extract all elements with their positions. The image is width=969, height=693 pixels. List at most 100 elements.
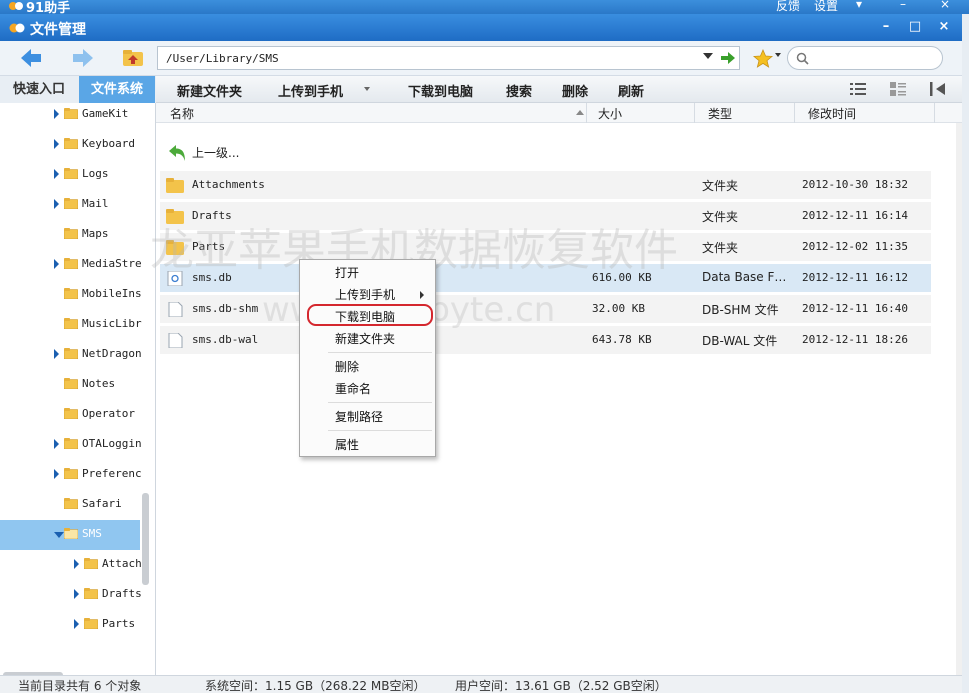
left-tab-bar: 快速入口 文件系统 [0, 76, 156, 103]
expand-arrow-icon[interactable] [54, 139, 59, 149]
file-size: 643.78 KB [592, 333, 652, 346]
background-window-edge [962, 14, 969, 693]
column-divider[interactable] [794, 103, 795, 123]
parent-close-button[interactable]: × [940, 0, 950, 11]
column-modified[interactable]: 修改时间 [808, 105, 856, 122]
path-input[interactable]: /User/Library/SMS [157, 46, 740, 70]
expand-arrow-icon[interactable] [54, 109, 59, 119]
expand-arrow-icon[interactable] [74, 619, 79, 629]
column-divider[interactable] [934, 103, 935, 123]
delete-button[interactable]: 删除 [562, 81, 588, 100]
parent-minimize-button[interactable]: – [900, 0, 906, 11]
file-row[interactable]: sms.db-wal 643.78 KB DB-WAL 文件 2012-12-11 1… [160, 326, 931, 354]
feedback-link[interactable]: 反馈 [776, 0, 800, 14]
tree-item[interactable]: Keyboard [0, 130, 140, 160]
up-level-label: 上一级... [192, 146, 240, 160]
expand-arrow-icon[interactable] [54, 199, 59, 209]
upload-to-phone-button[interactable]: 上传到手机 [278, 81, 343, 100]
expand-arrow-icon[interactable] [54, 349, 59, 359]
tree-item[interactable]: GameKit [0, 103, 140, 130]
tree-item-label: Notes [82, 377, 116, 390]
favorites-dropdown-icon[interactable] [775, 53, 781, 57]
detail-view-icon[interactable] [890, 82, 906, 96]
maximize-button[interactable]: □ [905, 18, 925, 36]
tree-item[interactable]: MusicLibr [0, 310, 142, 340]
menu-item-copy-path[interactable]: 复制路径 [335, 408, 383, 425]
file-row[interactable]: Attachments 文件夹 2012-10-30 18:32 [160, 171, 931, 199]
tree-item-label: NetDragon [82, 347, 142, 360]
tree-item[interactable]: Maps [0, 220, 140, 250]
tree-item[interactable]: SMS [0, 520, 140, 550]
expand-arrow-icon[interactable] [74, 589, 79, 599]
column-divider[interactable] [694, 103, 695, 123]
favorites-star-icon[interactable] [752, 49, 774, 69]
tree-item[interactable]: Attach [0, 550, 142, 580]
close-button[interactable]: × [934, 18, 954, 36]
menu-item-delete[interactable]: 删除 [335, 358, 359, 375]
expand-arrow-icon[interactable] [54, 259, 59, 269]
path-dropdown-icon[interactable] [703, 53, 713, 59]
column-name[interactable]: 名称 [170, 105, 194, 122]
column-type[interactable]: 类型 [708, 105, 732, 122]
tree-vertical-scrollbar[interactable] [142, 493, 149, 585]
go-arrow-icon[interactable] [720, 51, 736, 65]
forward-arrow-icon[interactable] [70, 46, 96, 70]
tree-item[interactable]: Logs [0, 160, 140, 190]
folder-icon [64, 378, 78, 389]
menu-item-open[interactable]: 打开 [335, 264, 359, 281]
expanded-arrow-icon[interactable] [54, 532, 64, 538]
tree-item-label: MusicLibr [82, 317, 142, 330]
tree-item[interactable]: Operator [0, 400, 140, 430]
expand-arrow-icon[interactable] [54, 439, 59, 449]
tree-item[interactable]: MediaStre [0, 250, 142, 280]
tree-item[interactable]: Notes [0, 370, 140, 400]
minimize-button[interactable]: – [876, 18, 896, 36]
file-modified: 2012-12-11 16:14 [802, 209, 908, 222]
sort-ascending-icon[interactable] [576, 110, 584, 115]
upload-dropdown-icon[interactable] [364, 87, 370, 91]
parent-dropdown-icon[interactable]: ▾ [856, 0, 862, 11]
parent-app-title: 91助手 [26, 1, 71, 14]
settings-link[interactable]: 设置 [814, 0, 838, 14]
tree-item[interactable]: MobileIns [0, 280, 142, 310]
column-divider[interactable] [586, 103, 587, 123]
path-value: /User/Library/SMS [166, 52, 279, 65]
parent-folder-icon[interactable] [120, 46, 146, 70]
expand-arrow-icon[interactable] [54, 169, 59, 179]
new-folder-button[interactable]: 新建文件夹 [177, 81, 242, 100]
list-view-icon[interactable] [850, 82, 866, 96]
expand-arrow-icon[interactable] [74, 559, 79, 569]
list-vertical-scrollbar[interactable] [956, 123, 962, 675]
refresh-button[interactable]: 刷新 [618, 81, 644, 100]
expand-arrow-icon[interactable] [54, 469, 59, 479]
menu-item-properties[interactable]: 属性 [335, 436, 359, 453]
folder-icon [64, 198, 78, 209]
tab-quick-access[interactable]: 快速入口 [0, 76, 78, 103]
tree-item[interactable]: Preferenc [0, 460, 142, 490]
column-size[interactable]: 大小 [598, 105, 622, 122]
file-type: DB-SHM 文件 [702, 303, 779, 317]
tree-item[interactable]: NetDragon [0, 340, 142, 370]
folder-icon [64, 408, 78, 419]
download-to-pc-button[interactable]: 下载到电脑 [408, 81, 473, 100]
tree-item[interactable]: Safari [0, 490, 140, 520]
tab-file-system[interactable]: 文件系统 [79, 76, 155, 103]
file-modified: 2012-12-11 16:40 [802, 302, 908, 315]
menu-item-upload[interactable]: 上传到手机 [335, 286, 395, 303]
menu-item-rename[interactable]: 重命名 [335, 380, 371, 397]
tree-item[interactable]: OTALoggin [0, 430, 142, 460]
file-modified: 2012-12-02 11:35 [802, 240, 908, 253]
tree-item[interactable]: Mail [0, 190, 140, 220]
tree-item-label: Logs [82, 167, 109, 180]
folder-icon [64, 108, 78, 119]
tree-item-label: Preferenc [82, 467, 142, 480]
search-button[interactable]: 搜索 [506, 81, 532, 100]
tree-item[interactable]: Parts [0, 610, 140, 640]
search-input[interactable] [787, 46, 943, 70]
tree-item[interactable]: Drafts [0, 580, 142, 610]
collapse-panel-icon[interactable] [930, 82, 946, 96]
tree-item-label: MobileIns [82, 287, 142, 300]
submenu-arrow-icon [420, 291, 424, 299]
back-arrow-icon[interactable] [18, 46, 44, 70]
menu-item-new-folder[interactable]: 新建文件夹 [335, 330, 395, 347]
